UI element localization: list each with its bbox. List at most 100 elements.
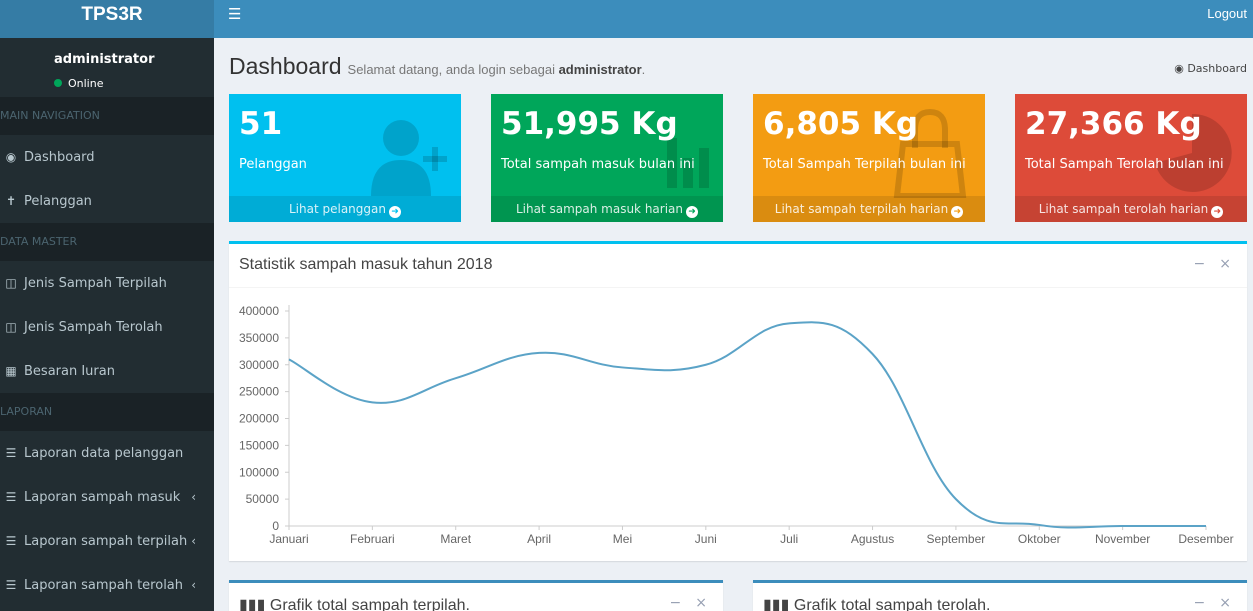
subtitle-suffix: . [641,62,646,77]
stat-label: Total Sampah Terolah bulan ini [1025,157,1224,172]
stat-box-sampah-terpilah: 6,805 Kg Total Sampah Terpilah bulan ini… [753,94,985,222]
chevron-left-icon: ‹ [191,490,196,504]
sidebar-item-jenis-sampah-terpilah[interactable]: ◫ Jenis Sampah Terpilah [0,261,214,305]
x-tick-label: Desember [1178,532,1233,546]
user-status: Online [54,77,103,90]
y-tick-label: 300000 [239,358,279,372]
stat-value: 6,805 Kg [763,106,919,142]
dashboard-icon: ◉ [1174,62,1184,75]
sidebar-item-laporan-sampah-masuk[interactable]: ☰ Laporan sampah masuk ‹ [0,475,214,519]
user-add-icon [371,120,447,196]
stat-footer-link[interactable]: Lihat sampah masuk harian ➜ [491,196,723,222]
sidebar-item-laporan-sampah-terpilah[interactable]: ☰ Laporan sampah terpilah ‹ [0,519,214,563]
x-tick-label: April [527,532,551,546]
sidebar-item-label: Dashboard [24,150,95,165]
stat-link-label: Lihat sampah terolah harian [1038,202,1209,216]
sidebar-item-label: Jenis Sampah Terolah [24,320,163,335]
line-chart: 0 50000 100000 150000 200000 250000 300000 3500… [239,304,1234,546]
panel-grafik-terolah: ▮▮▮ Grafik total sampah terolah. − × [753,580,1247,611]
trash-icon: ◫ [5,320,17,334]
panel-title-text: Grafik total sampah terolah. [793,597,991,611]
stat-box-sampah-masuk: 51,995 Kg Total sampah masuk bulan ini L… [491,94,723,222]
nav-header-main: MAIN NAVIGATION [0,97,214,135]
person-icon: ✝ [5,194,17,208]
y-tick-label: 400000 [239,304,279,318]
y-tick-label: 100000 [239,465,279,479]
sidebar-item-label: Laporan sampah terpilah [24,534,188,549]
stat-value: 51,995 Kg [501,106,678,142]
minimize-button[interactable]: − [1194,595,1206,611]
dashboard-icon: ◉ [5,150,17,164]
panel-tools: − × [656,595,707,611]
y-tick-label: 50000 [246,492,280,506]
stat-link-label: Lihat sampah masuk harian [515,202,684,216]
sidebar-item-dashboard[interactable]: ◉ Dashboard [0,135,214,179]
page-subtitle: Selamat datang, anda login sebagai admin… [348,62,646,77]
close-button[interactable]: × [1219,595,1231,611]
stat-footer-link[interactable]: Lihat pelanggan ➜ [229,196,461,222]
panel-tools: − × [1180,595,1231,611]
page-title-text: Dashboard [229,53,342,79]
sidebar-item-label: Pelanggan [24,194,92,209]
stat-box-pelanggan: 51 Pelanggan Lihat pelanggan ➜ [229,94,461,222]
panel-title-text: Grafik total sampah terpilah. [269,597,470,611]
sidebar-item-jenis-sampah-terolah[interactable]: ◫ Jenis Sampah Terolah [0,305,214,349]
y-tick-label: 150000 [239,438,279,452]
x-tick-label: September [927,532,986,546]
stat-footer-link[interactable]: Lihat sampah terolah harian ➜ [1015,196,1247,222]
user-panel: administrator Online [0,38,214,97]
y-tick-label: 200000 [239,412,279,426]
logout-link[interactable]: Logout [1207,6,1247,21]
y-tick-label: 350000 [239,331,279,345]
stat-box-sampah-terolah: 27,366 Kg Total Sampah Terolah bulan ini… [1015,94,1247,222]
app-logo[interactable]: TPS3R [0,0,214,38]
nav-header-data-master: DATA MASTER [0,223,214,261]
stat-label: Pelanggan [239,157,307,172]
chevron-left-icon: ‹ [191,578,196,592]
user-status-label: Online [68,77,104,90]
bar-chart-icon: ▮▮▮ [763,597,790,611]
stat-value: 51 [239,106,283,142]
user-name: administrator [54,52,155,67]
stat-label: Total Sampah Terpilah bulan ini [763,157,966,172]
panel-title: ▮▮▮ Grafik total sampah terpilah. [239,595,470,611]
stat-label: Total sampah masuk bulan ini [501,157,695,172]
x-tick-label: Agustus [851,532,894,546]
x-tick-label: Mei [613,532,632,546]
subtitle-prefix: Selamat datang, anda login sebagai [347,62,559,77]
sidebar-item-label: Jenis Sampah Terpilah [24,276,167,291]
chart-panel: Statistik sampah masuk tahun 2018 − × 0 50… [229,241,1247,561]
bar-chart-icon: ▮▮▮ [239,597,266,611]
list-icon: ☰ [5,578,17,592]
subtitle-user: administrator [558,62,642,77]
list-icon: ☰ [5,446,17,460]
page-title: Dashboard Selamat datang, anda login seba… [229,53,645,80]
arrow-circle-right-icon: ➜ [388,206,401,218]
x-tick-label: Februari [350,532,395,546]
calculator-icon: ▦ [5,364,17,378]
sidebar-item-pelanggan[interactable]: ✝ Pelanggan [0,179,214,223]
nav-header-laporan: LAPORAN [0,393,214,431]
sidebar: administrator Online MAIN NAVIGATION ◉ Da… [0,38,214,611]
chevron-left-icon: ‹ [191,534,196,548]
breadcrumb[interactable]: ◉ Dashboard [1174,62,1247,75]
minimize-button[interactable]: − [670,595,682,611]
sidebar-item-laporan-data-pelanggan[interactable]: ☰ Laporan data pelanggan [0,431,214,475]
hamburger-icon[interactable]: ☰ [228,5,241,23]
stat-footer-link[interactable]: Lihat sampah terpilah harian ➜ [753,196,985,222]
close-button[interactable]: × [695,595,707,611]
x-tick-label: November [1095,532,1150,546]
panel-grafik-terpilah: ▮▮▮ Grafik total sampah terpilah. − × [229,580,723,611]
stat-link-label: Lihat pelanggan [289,202,386,216]
sidebar-item-besaran-iuran[interactable]: ▦ Besaran Iuran [0,349,214,393]
stat-link-label: Lihat sampah terpilah harian [774,202,949,216]
sidebar-item-laporan-sampah-terolah[interactable]: ☰ Laporan sampah terolah ‹ [0,563,214,607]
list-icon: ☰ [5,534,17,548]
trash-icon: ◫ [5,276,17,290]
sidebar-item-label: Besaran Iuran [24,364,115,379]
breadcrumb-label: Dashboard [1187,62,1247,75]
sidebar-item-label: Laporan sampah masuk [24,490,181,505]
x-tick-label: Januari [269,532,308,546]
online-status-icon [54,79,62,87]
arrow-circle-right-icon: ➜ [951,206,964,218]
